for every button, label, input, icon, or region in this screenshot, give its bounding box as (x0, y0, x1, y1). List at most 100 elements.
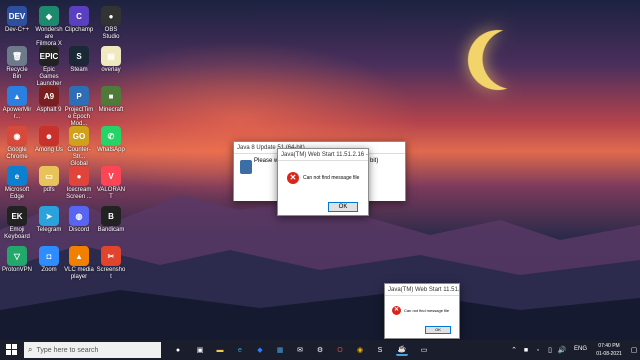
settings-gear-icon[interactable]: ⚙ (314, 344, 326, 356)
desktop-icon[interactable]: C Clipchamp (64, 6, 94, 34)
desktop-icon[interactable]: ◘ Zoom (34, 246, 64, 274)
app-icon: B (101, 206, 121, 226)
desktop-icon[interactable]: ▲ VLC media player (64, 246, 94, 281)
desktop-icon[interactable]: 🗑 Recycle Bin (2, 46, 32, 81)
app-icon: ✆ (101, 126, 121, 146)
desktop-icon[interactable]: A9 Asphalt 9 (34, 86, 64, 114)
app-icon: ● (101, 6, 121, 26)
app-icon: ◆ (39, 6, 59, 26)
app-icon: C (69, 6, 89, 26)
start-button[interactable] (6, 344, 18, 356)
desktop-icon-label: ProtonVPN (2, 267, 33, 273)
app-icon: ● (69, 166, 89, 186)
desktop-icon-label: Wondershare Filmora X (35, 27, 63, 47)
desktop-icon-label: Icecream Screen ... (66, 187, 92, 200)
steam-taskbar-icon[interactable]: S (374, 344, 386, 356)
ok-button[interactable]: OK (328, 202, 358, 212)
app-icon: 🗑 (7, 46, 27, 66)
dropbox-icon[interactable]: ◆ (254, 344, 266, 356)
store-icon[interactable]: ▦ (274, 344, 286, 356)
java-update-right-text: bit) (370, 158, 379, 164)
app-icon: ▭ (39, 166, 59, 186)
desktop-icon-label: Clipchamp (64, 27, 94, 33)
desktop-icon-label: Google Chrome (6, 147, 28, 160)
desktop-icon[interactable]: S Steam (64, 46, 94, 74)
desktop-icon[interactable]: ☻ Among Us (34, 126, 64, 154)
desktop-icon-label: Telegram (36, 227, 62, 233)
desktop-icon-label: Discord (68, 227, 90, 233)
battery-icon[interactable]: ▯ (544, 344, 556, 356)
app-icon: ▽ (7, 246, 27, 266)
volume-icon[interactable]: 🔊 (556, 344, 568, 356)
app-icon: ▲ (69, 246, 89, 266)
desktop-icon[interactable]: ▲ ApowerMirr... (2, 86, 32, 121)
search-box[interactable]: ⌕ Type here to search (24, 342, 161, 358)
taskbar: ⌕ Type here to search ● ▣ ▬ e ◆ ▦ ✉ ⚙ O … (0, 340, 640, 360)
language-indicator[interactable]: ENG (574, 346, 587, 352)
tray-chevron-up-icon[interactable]: ⌃ (508, 344, 520, 356)
clock[interactable]: 07:40 PM 01-08-2021 (592, 342, 626, 358)
desktop-icon[interactable]: ✂ Screenshot (96, 246, 126, 281)
desktop-icon[interactable]: ◍ Discord (64, 206, 94, 234)
desktop-icon-label: VLC media player (64, 267, 94, 280)
desktop-icon[interactable]: EK Emoji Keyboard (2, 206, 32, 241)
app-icon: A9 (39, 86, 59, 106)
java-taskbar-icon[interactable]: ☕ (396, 344, 408, 356)
desktop-icon[interactable]: EPIC Epic Games Launcher (34, 46, 64, 88)
file-explorer-icon[interactable]: ▬ (214, 344, 226, 356)
app-icon: ▤ (101, 46, 121, 66)
desktop-icon-label: ProjectTime Epoch Mod... (64, 107, 94, 127)
clock-date: 01-08-2021 (596, 351, 622, 357)
task-view-icon[interactable]: ▣ (194, 344, 206, 356)
desktop-icon-label: Recycle Bin (6, 67, 28, 80)
notepad-icon[interactable]: ▭ (418, 344, 430, 356)
desktop-icon[interactable]: ▤ overlay (96, 46, 126, 74)
mini-ok-button[interactable]: OK (425, 326, 451, 334)
desktop-icon-label: Dev-C++ (4, 27, 29, 33)
desktop-icon[interactable]: B Bandicam (96, 206, 126, 234)
error-message: Can not find message file (303, 175, 360, 181)
java-error-title: Java(TM) Web Start 11.51.2.16 - fcs (278, 149, 368, 161)
desktop-icon[interactable]: ✆ WhatsApp (96, 126, 126, 154)
desktop-icon[interactable]: ▭ pdfs (34, 166, 64, 194)
app-icon: S (69, 46, 89, 66)
app-icon: ✂ (101, 246, 121, 266)
location-icon[interactable]: ◦ (532, 344, 544, 356)
mic-icon[interactable]: ● (172, 344, 184, 356)
mail-icon[interactable]: ✉ (294, 344, 306, 356)
app-icon: ◍ (69, 206, 89, 226)
desktop-icon-label: Microsoft Edge (4, 187, 30, 200)
desktop-icon[interactable]: e Microsoft Edge (2, 166, 32, 201)
moon-graphic (460, 22, 537, 99)
desktop-icon-label: Asphalt 9 (36, 107, 62, 113)
desktop-icon[interactable]: ● OBS Studio (96, 6, 126, 41)
desktop-icon[interactable]: P ProjectTime Epoch Mod... (64, 86, 94, 128)
desktop-icon[interactable]: V VALORANT (96, 166, 126, 201)
search-placeholder: Type here to search (36, 346, 99, 354)
opera-icon[interactable]: O (334, 344, 346, 356)
chrome-icon[interactable]: ◉ (354, 344, 366, 356)
error-icon: ✕ (287, 172, 299, 184)
notification-icon[interactable]: ▢ (628, 344, 640, 356)
desktop-icon-label: Zoom (41, 267, 57, 273)
tray-app-icon[interactable]: ■ (520, 344, 532, 356)
app-icon: ▲ (7, 86, 27, 106)
edge-icon[interactable]: e (234, 344, 246, 356)
search-icon: ⌕ (28, 345, 33, 354)
desktop-icon[interactable]: ➤ Telegram (34, 206, 64, 234)
desktop-icon[interactable]: ◆ Wondershare Filmora X (34, 6, 64, 48)
desktop-icon-label: ApowerMirr... (2, 107, 32, 120)
java-error-dialog: Java(TM) Web Start 11.51.2.16 - fcs ✕ Ca… (277, 148, 369, 216)
desktop-icon-label: pdfs (43, 187, 55, 193)
desktop-icon[interactable]: ■ Minecraft (96, 86, 126, 114)
app-icon: ◘ (39, 246, 59, 266)
desktop-icon[interactable]: ▽ ProtonVPN (2, 246, 32, 274)
desktop-icon[interactable]: ◉ Google Chrome (2, 126, 32, 161)
app-icon: ☻ (39, 126, 59, 146)
desktop-icon[interactable]: ● Icecream Screen ... (64, 166, 94, 201)
desktop-icon-label: VALORANT (96, 187, 126, 200)
app-icon: ◉ (7, 126, 27, 146)
desktop-icon[interactable]: DEV Dev-C++ (2, 6, 32, 34)
java-mini-title: Java(TM) Web Start 11.51.2... (385, 284, 459, 296)
app-icon: ■ (101, 86, 121, 106)
